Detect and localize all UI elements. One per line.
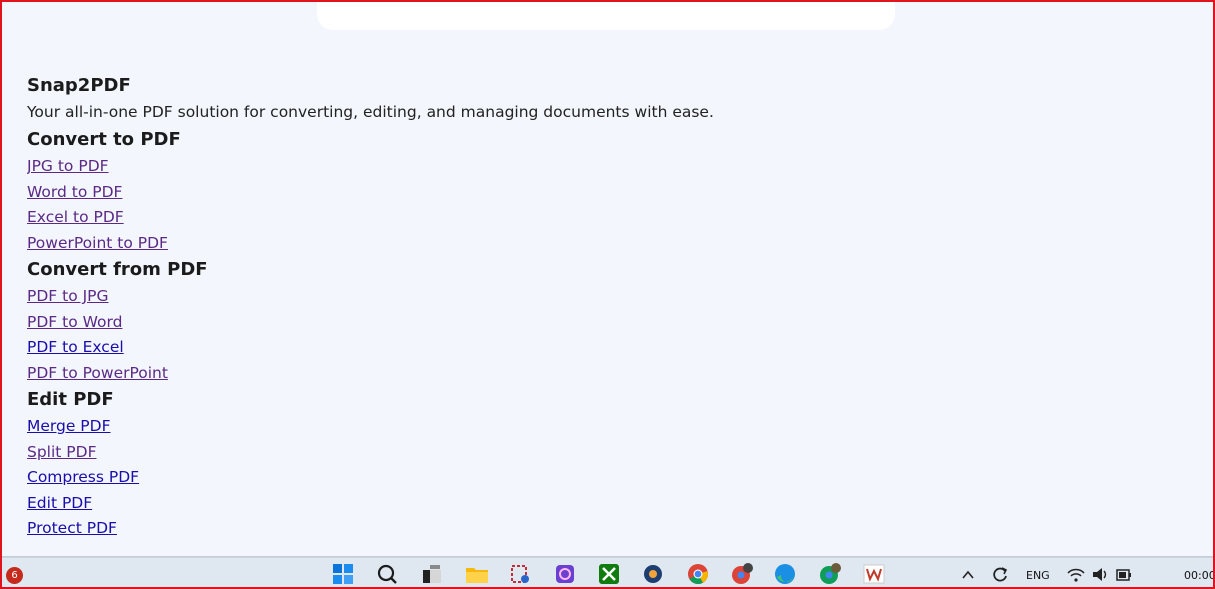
link-split-pdf[interactable]: Split PDF [27, 443, 97, 461]
link-pdf-to-powerpoint[interactable]: PDF to PowerPoint [27, 364, 168, 382]
brand-title: Snap2PDF [27, 75, 131, 96]
section-title-edit-pdf: Edit PDF [27, 389, 114, 410]
wps-icon[interactable] [862, 563, 886, 585]
list-item: Compress PDF [27, 465, 1197, 491]
task-view-icon[interactable] [420, 563, 444, 585]
chevron-up-icon[interactable] [960, 563, 976, 585]
list-item: Edit PDF [27, 491, 1197, 517]
link-jpg-to-pdf[interactable]: JPG to PDF [27, 157, 109, 175]
link-excel-to-pdf[interactable]: Excel to PDF [27, 208, 124, 226]
edit-pdf-list: Merge PDF Split PDF Compress PDF Edit PD… [27, 414, 1197, 542]
top-card [317, 0, 895, 30]
app-icon[interactable] [553, 563, 577, 585]
notification-badge[interactable]: 6 [6, 567, 23, 584]
battery-icon[interactable] [1114, 563, 1134, 585]
start-icon[interactable] [331, 563, 355, 585]
list-item: Word to PDF [27, 180, 1197, 206]
xbox-icon[interactable] [597, 563, 621, 585]
chrome-profile-icon[interactable] [730, 563, 754, 585]
link-pdf-to-excel[interactable]: PDF to Excel [27, 338, 124, 356]
chrome-icon[interactable] [686, 563, 710, 585]
list-item: PDF to PowerPoint [27, 361, 1197, 387]
list-item: PDF to Word [27, 310, 1197, 336]
windows-taskbar: 6 ENG 00:00 [2, 557, 1215, 587]
list-item: Merge PDF [27, 414, 1197, 440]
link-pdf-to-word[interactable]: PDF to Word [27, 313, 122, 331]
snipping-tool-icon[interactable] [508, 563, 532, 585]
search-icon[interactable] [375, 563, 399, 585]
volume-icon[interactable] [1090, 563, 1110, 585]
convert-to-pdf-list: JPG to PDF Word to PDF Excel to PDF Powe… [27, 154, 1197, 256]
media-icon[interactable] [641, 563, 665, 585]
main-content: Snap2PDF Your all-in-one PDF solution fo… [27, 74, 1197, 552]
list-item: Excel to PDF [27, 205, 1197, 231]
edge-icon[interactable] [773, 563, 797, 585]
tagline: Your all-in-one PDF solution for convert… [27, 103, 714, 121]
section-title-convert-from-pdf: Convert from PDF [27, 259, 208, 280]
section-title-convert-to-pdf: Convert to PDF [27, 129, 181, 150]
wifi-icon[interactable] [1066, 563, 1086, 585]
list-item: PowerPoint to PDF [27, 231, 1197, 257]
list-item: PDF to Excel [27, 335, 1197, 361]
clock[interactable]: 00:00 [1184, 569, 1215, 582]
link-protect-pdf[interactable]: Protect PDF [27, 519, 117, 537]
link-compress-pdf[interactable]: Compress PDF [27, 468, 139, 486]
sync-icon[interactable] [990, 563, 1010, 585]
link-pdf-to-jpg[interactable]: PDF to JPG [27, 287, 109, 305]
chrome-profile-2-icon[interactable] [818, 563, 842, 585]
link-edit-pdf[interactable]: Edit PDF [27, 494, 92, 512]
list-item: Protect PDF [27, 516, 1197, 542]
link-merge-pdf[interactable]: Merge PDF [27, 417, 111, 435]
language-indicator[interactable]: ENG [1026, 569, 1050, 582]
link-word-to-pdf[interactable]: Word to PDF [27, 183, 122, 201]
list-item: JPG to PDF [27, 154, 1197, 180]
list-item: Split PDF [27, 440, 1197, 466]
link-powerpoint-to-pdf[interactable]: PowerPoint to PDF [27, 234, 168, 252]
file-explorer-icon[interactable] [465, 563, 489, 585]
list-item: PDF to JPG [27, 284, 1197, 310]
convert-from-pdf-list: PDF to JPG PDF to Word PDF to Excel PDF … [27, 284, 1197, 386]
